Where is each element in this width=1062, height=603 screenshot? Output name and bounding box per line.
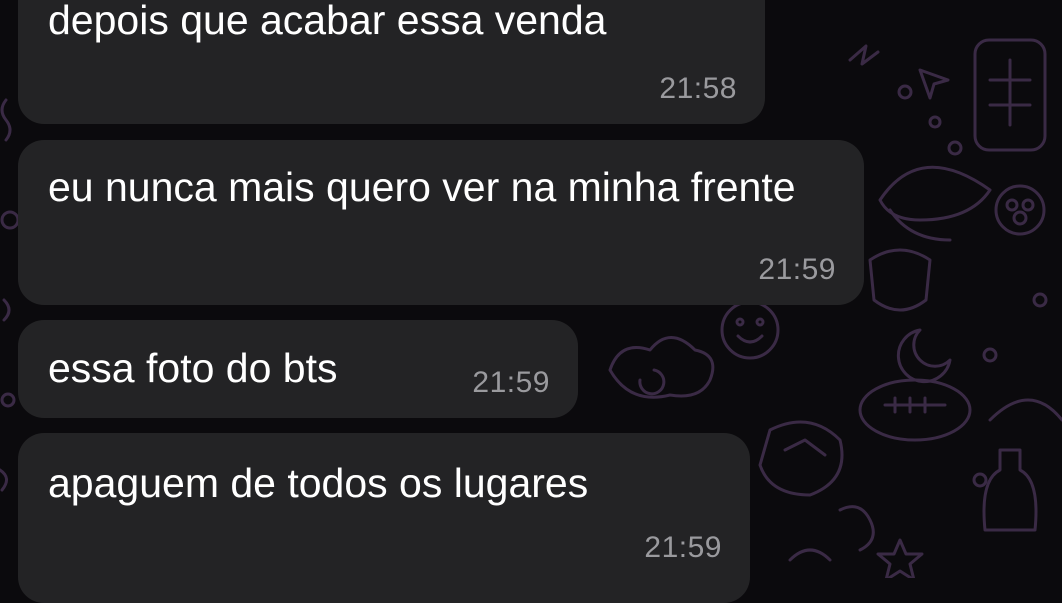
message-text: eu nunca mais quero ver na minha frente (48, 164, 796, 210)
message-timestamp: 21:59 (472, 366, 550, 399)
message-bubble[interactable]: eu nunca mais quero ver na minha frente … (18, 140, 864, 305)
message-text: apaguem de todos os lugares (48, 460, 589, 506)
message-timestamp: 21:59 (758, 253, 836, 286)
chat-messages: depois que acabar essa venda 21:58 eu nu… (0, 0, 1062, 603)
message-text: depois que acabar essa venda (48, 0, 607, 43)
message-timestamp: 21:58 (659, 72, 737, 105)
message-timestamp: 21:59 (644, 531, 722, 564)
message-text: essa foto do bts (48, 345, 338, 391)
message-bubble[interactable]: depois que acabar essa venda 21:58 (18, 0, 765, 124)
message-bubble[interactable]: essa foto do bts 21:59 (18, 320, 578, 418)
